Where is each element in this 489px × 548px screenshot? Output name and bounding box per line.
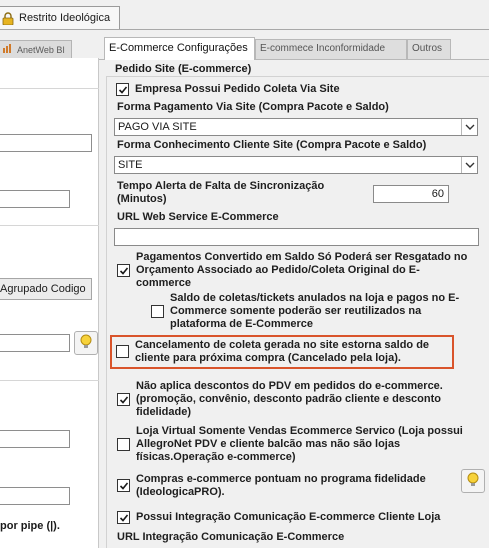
- fidelidade-hint-button[interactable]: [461, 469, 485, 493]
- check-icon: [119, 513, 128, 522]
- check-icon: [118, 85, 127, 94]
- tab-ecommerce-configuracoes[interactable]: E-Commerce Configurações: [104, 37, 255, 60]
- tab-outros[interactable]: Outros: [407, 39, 451, 59]
- pagamentos-saldo-label-3: commerce: [136, 277, 192, 289]
- pagamentos-saldo-label-2: Orçamento Associado ao Pedido/Coleta Ori…: [136, 264, 420, 276]
- left-input-1[interactable]: [0, 134, 92, 152]
- descontos-label-2: (promoção, convênio, desconto padrão cli…: [136, 393, 441, 405]
- fidelidade-checkbox[interactable]: [117, 479, 130, 492]
- group-title: Pedido Site (E-commerce): [113, 63, 254, 75]
- lightbulb-icon: [467, 472, 479, 491]
- pedido-coleta-checkbox[interactable]: [116, 83, 129, 96]
- forma-conhecimento-value: SITE: [118, 159, 143, 171]
- loja-virtual-label-3: físicas.Operação e-commerce): [136, 451, 296, 463]
- saldo-coletas-checkbox[interactable]: [151, 305, 164, 318]
- forma-conhecimento-label: Forma Conhecimento Cliente Site (Compra …: [117, 139, 427, 151]
- tab-ecommerce-inconformidade[interactable]: E-commece Inconformidade: [255, 39, 407, 59]
- chevron-down-icon[interactable]: [461, 157, 477, 173]
- pipe-hint-text: por pipe (|).: [0, 520, 60, 532]
- tab-label: E-commece Inconformidade: [260, 43, 386, 54]
- agrupado-codigo-label: Agrupado Codigo: [0, 283, 86, 295]
- integracao-checkbox[interactable]: [117, 511, 130, 524]
- lightbulb-icon: [80, 334, 92, 353]
- tab-anetweb-bi[interactable]: AnetWeb BI: [0, 40, 72, 58]
- hint-button[interactable]: [74, 331, 98, 355]
- left-input-2[interactable]: [0, 190, 70, 208]
- url-ws-input[interactable]: [114, 228, 479, 246]
- left-input-3[interactable]: [0, 334, 70, 352]
- forma-pagamento-value: PAGO VIA SITE: [118, 121, 197, 133]
- tab-restrito-ideologica[interactable]: Restrito Ideológica: [0, 6, 120, 29]
- cancelamento-checkbox[interactable]: [116, 345, 129, 358]
- pagamentos-saldo-checkbox[interactable]: [117, 264, 130, 277]
- agrupado-codigo-button[interactable]: Agrupado Codigo: [0, 278, 92, 300]
- fidelidade-label-2: (IdeologicaPRO).: [136, 486, 225, 498]
- saldo-coletas-label-3: plataforma de E-Commerce: [170, 318, 314, 330]
- tempo-alerta-input[interactable]: 60: [373, 185, 449, 203]
- tab-restrito-label: Restrito Ideológica: [19, 12, 111, 24]
- tab-label: E-Commerce Configurações: [109, 42, 248, 54]
- tempo-alerta-label: Tempo Alerta de Falta de Sincronização: [117, 180, 325, 192]
- left-input-4[interactable]: [0, 430, 70, 448]
- chevron-down-icon[interactable]: [461, 119, 477, 135]
- saldo-coletas-label-1: Saldo de coletas/tickets anulados na loj…: [170, 292, 460, 304]
- descontos-checkbox[interactable]: [117, 393, 130, 406]
- cancelamento-label-1: Cancelamento de coleta gerada no site es…: [135, 339, 430, 351]
- left-divider: [0, 380, 99, 381]
- saldo-coletas-label-2: Commerce somente poderão ser reutilizado…: [170, 305, 422, 317]
- pagamentos-saldo-label-1: Pagamentos Convertido em Saldo Só Poderá…: [136, 251, 468, 263]
- url-ws-label: URL Web Service E-Commerce: [117, 211, 279, 223]
- left-divider: [0, 88, 99, 89]
- chart-icon: [3, 44, 13, 55]
- forma-pagamento-select[interactable]: PAGO VIA SITE: [114, 118, 478, 136]
- left-divider: [0, 225, 99, 226]
- left-panel: [0, 58, 99, 548]
- lock-icon: [2, 11, 14, 25]
- tab-anetweb-label: AnetWeb BI: [17, 44, 65, 55]
- left-input-5[interactable]: [0, 487, 70, 505]
- check-icon: [119, 395, 128, 404]
- cancelamento-label-2: cliente para próxima compra (Cancelado p…: [135, 352, 401, 364]
- integracao-label: Possui Integração Comunicação E-commerce…: [136, 511, 441, 523]
- descontos-label-1: Não aplica descontos do PDV em pedidos d…: [136, 380, 443, 392]
- tempo-alerta-label-2: (Minutos): [117, 193, 167, 205]
- forma-pagamento-label: Forma Pagamento Via Site (Compra Pacote …: [117, 101, 389, 113]
- loja-virtual-label-1: Loja Virtual Somente Vendas Ecommerce Se…: [136, 425, 463, 437]
- tab-label: Outros: [412, 43, 443, 54]
- check-icon: [119, 481, 128, 490]
- descontos-label-3: fidelidade): [136, 406, 192, 418]
- forma-conhecimento-select[interactable]: SITE: [114, 156, 478, 174]
- top-divider: [0, 29, 489, 30]
- loja-virtual-label-2: AllegroNet PDV e cliente balcão mas não …: [136, 438, 401, 450]
- check-icon: [119, 266, 128, 275]
- fidelidade-label-1: Compras e-commerce pontuam no programa f…: [136, 473, 426, 485]
- url-integracao-label: URL Integração Comunicação E-Commerce: [117, 531, 345, 543]
- pedido-coleta-label: Empresa Possui Pedido Coleta Via Site: [135, 83, 340, 95]
- loja-virtual-checkbox[interactable]: [117, 438, 130, 451]
